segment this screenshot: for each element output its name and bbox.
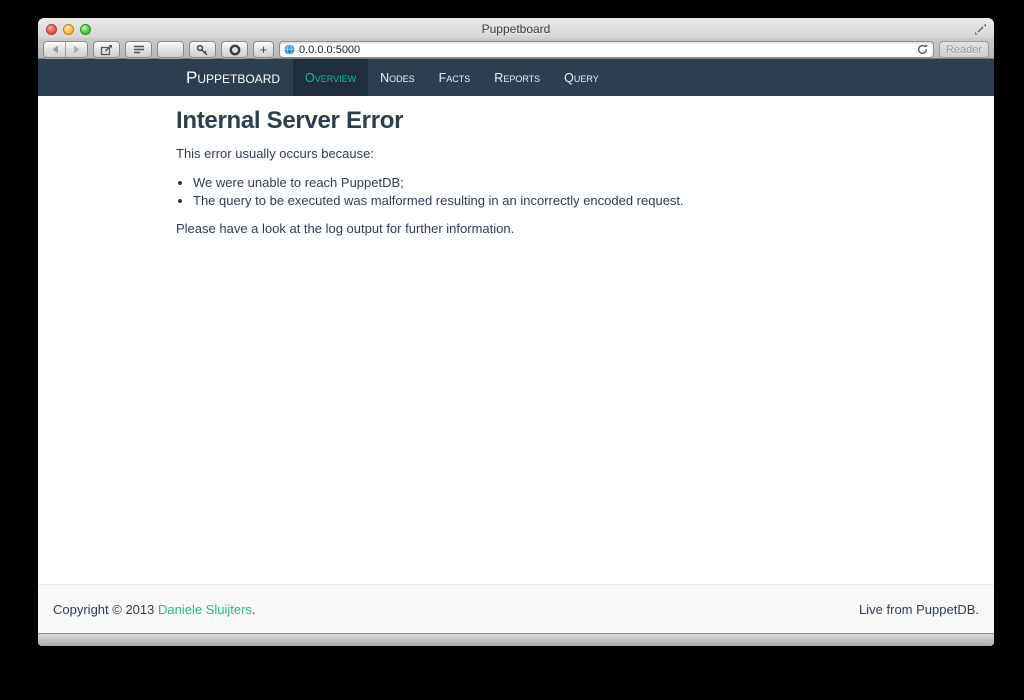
web-page: Puppetboard Overview Nodes Facts Reports… <box>38 59 994 633</box>
ring-icon <box>229 44 241 56</box>
author-link[interactable]: Daniele Sluijters <box>158 602 252 617</box>
page-footer: Copyright © 2013 Daniele Sluijters. Live… <box>38 584 994 633</box>
reading-list-button[interactable] <box>125 41 152 58</box>
navbar-container: Puppetboard Overview Nodes Facts Reports… <box>176 59 856 96</box>
error-reason-list: We were unable to reach PuppetDB; The qu… <box>176 175 856 208</box>
copyright-text: Copyright © 2013 Daniele Sluijters. <box>53 602 256 617</box>
error-reason-item: The query to be executed was malformed r… <box>193 193 856 208</box>
key-icon <box>196 44 209 56</box>
window-bottom-frame[interactable] <box>38 633 994 646</box>
nav-item-overview[interactable]: Overview <box>293 59 368 96</box>
refresh-icon <box>917 44 928 55</box>
desktop-background: Puppetboard <box>0 0 1024 700</box>
back-icon <box>51 45 59 54</box>
live-from-puppetdb-text: Live from PuppetDB. <box>859 602 979 617</box>
page-title: Internal Server Error <box>176 107 856 135</box>
nav-item-reports[interactable]: Reports <box>482 59 552 96</box>
browser-toolbar: + 0.0.0.0:5000 <box>38 40 994 59</box>
password-extension-button[interactable] <box>189 41 216 58</box>
error-intro-text: This error usually occurs because: <box>176 146 856 162</box>
reading-list-icon <box>133 45 145 55</box>
fullscreen-icon[interactable] <box>974 23 987 36</box>
error-reason-item: We were unable to reach PuppetDB; <box>193 175 856 190</box>
nav-item-query[interactable]: Query <box>552 59 611 96</box>
forward-icon <box>73 45 81 54</box>
browser-chrome: Puppetboard <box>38 18 994 59</box>
error-outro-text: Please have a look at the log output for… <box>176 221 856 237</box>
copyright-suffix: . <box>252 602 256 617</box>
share-button[interactable] <box>93 41 120 58</box>
title-bar[interactable]: Puppetboard <box>38 18 994 40</box>
nav-item-facts[interactable]: Facts <box>427 59 483 96</box>
blank-toolbar-button[interactable] <box>157 41 184 58</box>
address-bar[interactable]: 0.0.0.0:5000 <box>279 41 934 58</box>
new-tab-button[interactable]: + <box>253 41 274 58</box>
browser-window: Puppetboard <box>38 18 994 646</box>
reader-button[interactable]: Reader <box>939 41 989 58</box>
forward-button[interactable] <box>65 42 87 57</box>
share-icon <box>100 44 114 56</box>
extension-button[interactable] <box>221 41 248 58</box>
refresh-button[interactable] <box>915 43 929 57</box>
url-field[interactable]: 0.0.0.0:5000 <box>299 44 911 56</box>
copyright-prefix: Copyright © 2013 <box>53 602 158 617</box>
site-navbar: Puppetboard Overview Nodes Facts Reports… <box>38 59 994 96</box>
globe-favicon <box>284 44 295 55</box>
main-content: Internal Server Error This error usually… <box>38 96 994 584</box>
back-button[interactable] <box>44 42 65 57</box>
plus-icon: + <box>260 43 268 56</box>
window-title: Puppetboard <box>38 22 994 36</box>
nav-item-nodes[interactable]: Nodes <box>368 59 427 96</box>
history-nav <box>43 41 88 58</box>
brand-puppetboard[interactable]: Puppetboard <box>176 59 290 96</box>
